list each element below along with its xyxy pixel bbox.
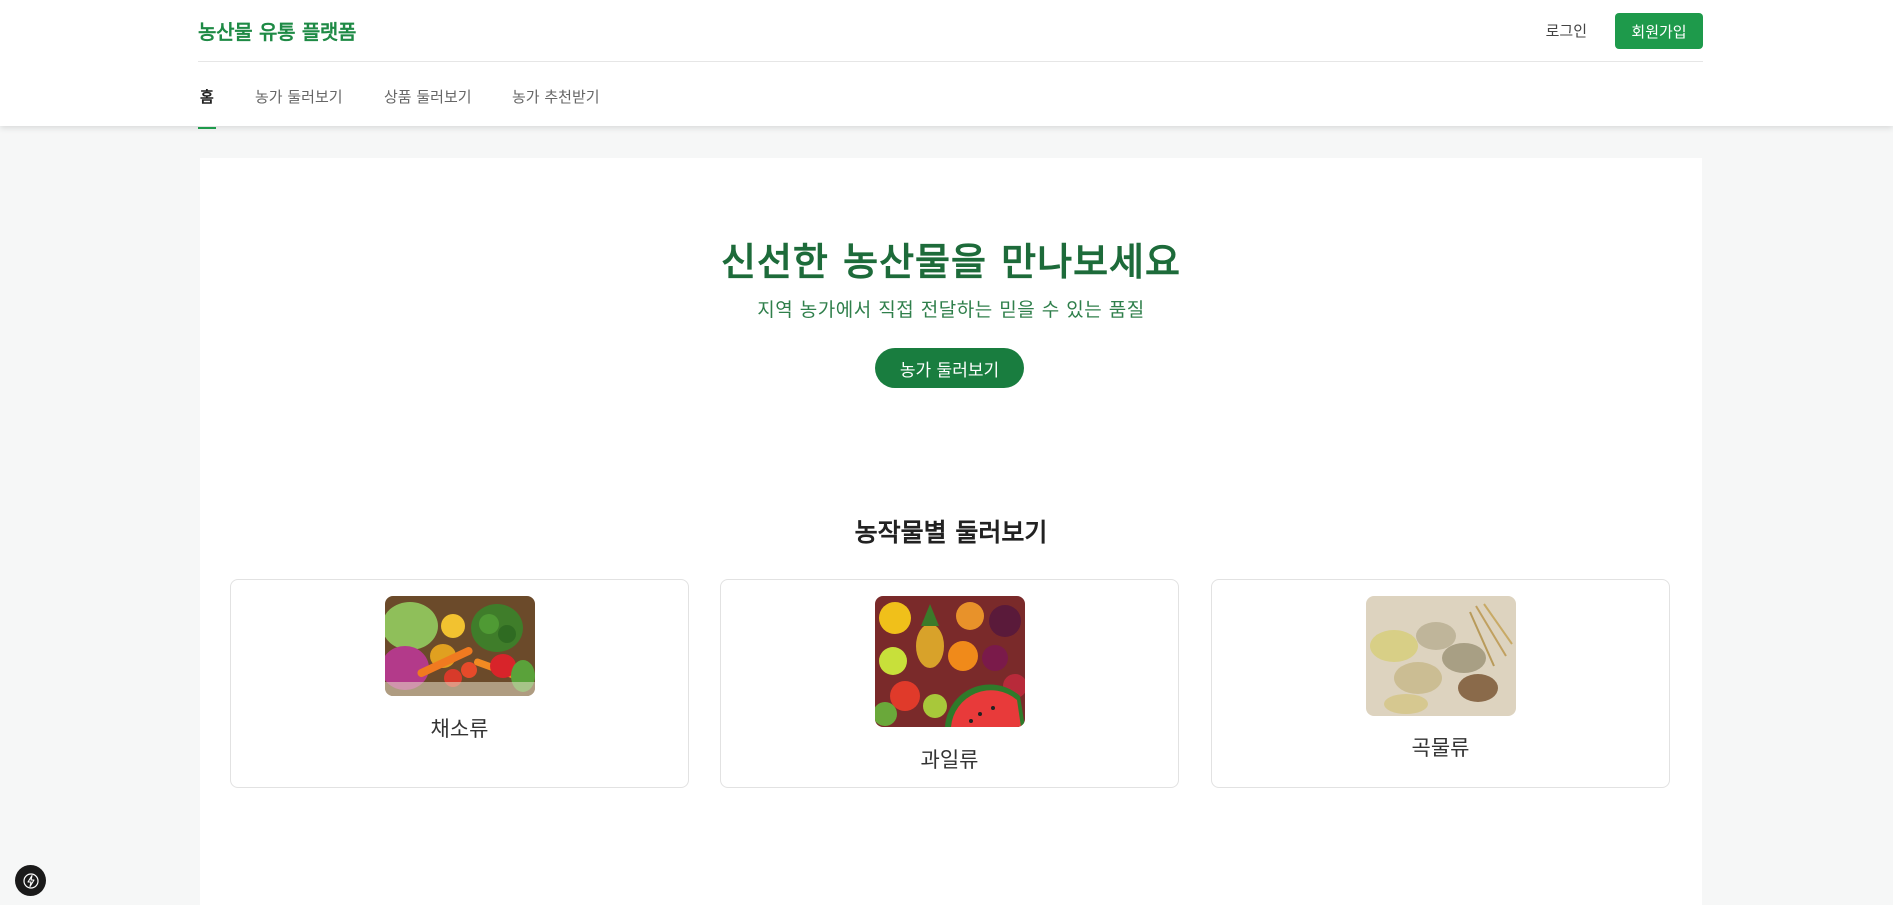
main-content: 신선한 농산물을 만나보세요 지역 농가에서 직접 전달하는 믿을 수 있는 품… [200, 158, 1702, 905]
category-section-title: 농작물별 둘러보기 [854, 518, 1048, 547]
category-label-fruits: 과일류 [920, 748, 979, 772]
nav-item-products[interactable]: 상품 둘러보기 [384, 86, 472, 127]
browse-farms-button[interactable]: 농가 둘러보기 [875, 348, 1024, 388]
site-header: 농산물 유통 플랫폼 로그인 회원가입 홈 농가 둘러보기 상품 둘러보기 농가… [0, 0, 1893, 129]
login-link[interactable]: 로그인 [1546, 20, 1587, 41]
category-label-vegetables: 채소류 [430, 717, 489, 741]
header-inner: 농산물 유통 플랫폼 로그인 회원가입 홈 농가 둘러보기 상품 둘러보기 농가… [198, 0, 1703, 129]
nav-item-recommend[interactable]: 농가 추천받기 [512, 86, 600, 127]
grains-image [1366, 596, 1516, 716]
lightning-icon[interactable] [15, 865, 46, 896]
hero-subtitle: 지역 농가에서 직접 전달하는 믿을 수 있는 품질 [757, 299, 1145, 321]
nav-item-farms[interactable]: 농가 둘러보기 [255, 86, 343, 127]
category-card-vegetables[interactable]: 채소류 [230, 579, 689, 788]
fruits-image [875, 596, 1025, 727]
main-nav: 홈 농가 둘러보기 상품 둘러보기 농가 추천받기 [198, 62, 1703, 129]
top-bar: 농산물 유통 플랫폼 로그인 회원가입 [198, 0, 1703, 62]
nav-item-home[interactable]: 홈 [198, 86, 216, 129]
category-card-fruits[interactable]: 과일류 [720, 579, 1179, 788]
site-logo[interactable]: 농산물 유통 플랫폼 [198, 16, 356, 45]
hero-title: 신선한 농산물을 만나보세요 [721, 240, 1181, 284]
category-card-grains[interactable]: 곡물류 [1211, 579, 1670, 788]
category-label-grains: 곡물류 [1411, 736, 1470, 760]
vegetables-image [385, 596, 535, 696]
signup-button[interactable]: 회원가입 [1615, 13, 1703, 49]
